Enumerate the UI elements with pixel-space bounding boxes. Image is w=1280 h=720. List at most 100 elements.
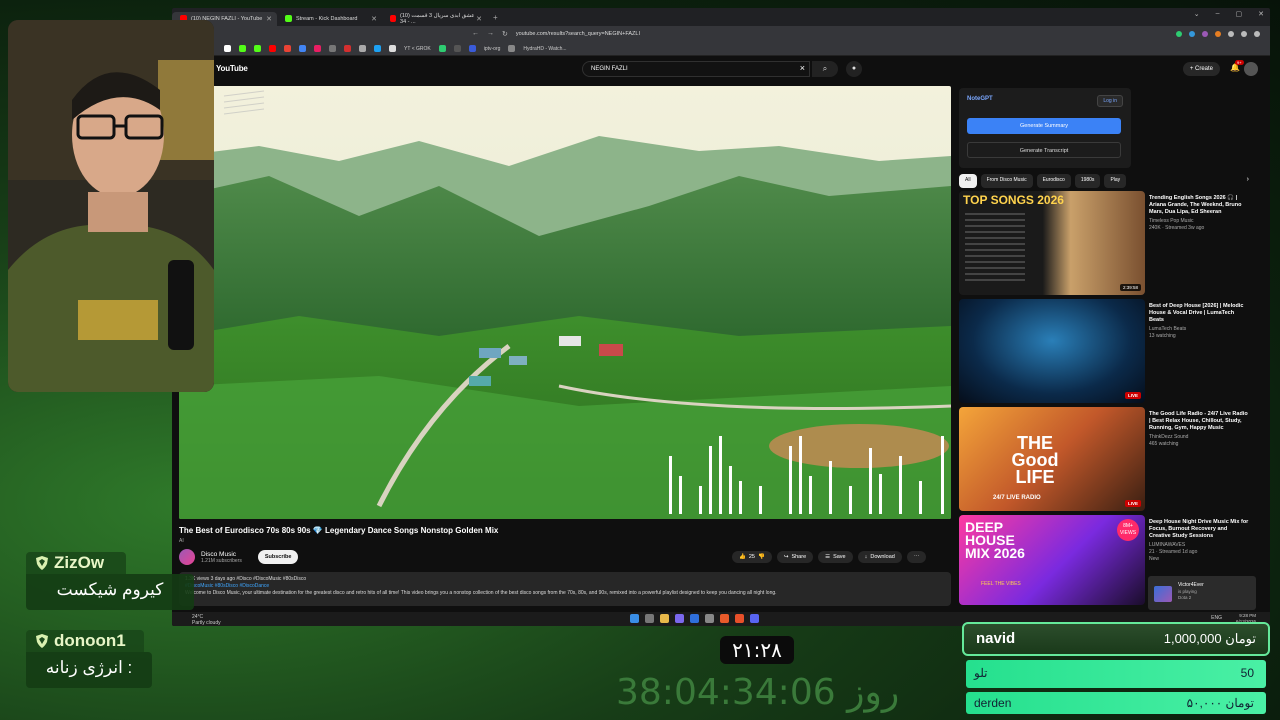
weather-widget[interactable]: 24°C Partly cloudy [192, 614, 221, 626]
channel-name[interactable]: Disco Music [201, 551, 242, 558]
bookmark-icon[interactable] [389, 45, 396, 52]
kick-bookmark-icon[interactable] [239, 45, 246, 52]
video-thumbnail[interactable]: DEEP HOUSE MIX 2026 FEEL THE VIBES 8M+ V… [959, 515, 1145, 605]
youtube-logo[interactable]: YouTube [216, 64, 248, 73]
bookmark-icon[interactable] [374, 45, 381, 52]
extension-icon[interactable] [1228, 31, 1234, 37]
live-badge: LIVE [1124, 500, 1141, 507]
video-thumbnail[interactable]: TOP SONGS 2026 2:39:58 [959, 191, 1145, 295]
video-frame [179, 86, 951, 519]
thumb-title: THE Good LIFE [1011, 433, 1059, 487]
forward-icon[interactable]: → [487, 30, 494, 38]
chip-all[interactable]: All [959, 174, 977, 188]
video-description[interactable]: 1.3K views 3 days ago #Disco #DiscoMusic… [179, 572, 951, 606]
thumbs-down-icon[interactable]: 👎 [758, 554, 765, 560]
profile-icon[interactable] [1241, 31, 1247, 37]
chip-1980s[interactable]: 1980s [1074, 174, 1101, 188]
rec-channel: LUMINAWAVES [1149, 542, 1186, 548]
extension-icon[interactable] [1189, 31, 1195, 37]
brave-icon[interactable] [735, 614, 744, 623]
download-button[interactable]: ↓ Download [857, 551, 902, 563]
discord-icon[interactable] [750, 614, 759, 623]
recommended-video[interactable]: LIVE Best of Deep House [2026] | Melodic… [959, 299, 1249, 403]
extension-icon[interactable] [1176, 31, 1182, 37]
bookmark-icon[interactable] [329, 45, 336, 52]
minimize-icon[interactable]: – [1216, 10, 1220, 18]
bookmark-icon[interactable] [314, 45, 321, 52]
language-indicator[interactable]: ENG [1211, 615, 1222, 621]
notifications-button[interactable]: 🔔 9+ [1230, 60, 1244, 72]
new-tab-icon[interactable]: + [493, 13, 498, 22]
bookmark-hydrahd[interactable]: HydraHD - Watch... [523, 46, 566, 52]
recommended-video[interactable]: THE Good LIFE 24/7 LIVE RADIO LIVE The G… [959, 407, 1249, 511]
kick-bookmark-icon[interactable] [254, 45, 261, 52]
save-icon: ☰ [825, 554, 831, 560]
bookmark-icon[interactable] [453, 45, 461, 52]
account-avatar[interactable] [1244, 62, 1258, 76]
more-actions-button[interactable]: ⋯ [906, 551, 927, 563]
close-tab-icon[interactable]: ✕ [371, 15, 377, 23]
chevron-right-icon[interactable]: › [1247, 176, 1249, 183]
search-query: NEGIN FAZLI [591, 66, 628, 72]
search-input[interactable]: NEGIN FAZLI × [582, 61, 810, 77]
friend-name: Victor4Ever [1178, 582, 1204, 588]
subscribe-button[interactable]: Subscribe [257, 550, 299, 564]
bookmark-icon[interactable] [438, 45, 446, 52]
url-field[interactable]: youtube.com/results?search_query=NEGIN+F… [516, 31, 640, 37]
chip-from-channel[interactable]: From Disco Music [980, 174, 1033, 188]
close-tab-icon[interactable]: ✕ [266, 15, 272, 23]
extension-icon[interactable] [1215, 31, 1221, 37]
description-text: Welcome to Disco Music, your ultimate de… [185, 590, 777, 596]
chevron-down-icon[interactable]: ⌄ [1194, 10, 1200, 18]
gmail-bookmark-icon[interactable] [284, 45, 291, 52]
extension-icon[interactable] [1202, 31, 1208, 37]
chip-play[interactable]: Play [1104, 174, 1127, 188]
bookmark-icon[interactable] [299, 45, 306, 52]
like-button[interactable]: 👍 25 👎 [732, 551, 772, 563]
file-explorer-icon[interactable] [660, 614, 669, 623]
maximize-icon[interactable]: ▢ [1236, 10, 1243, 18]
save-button[interactable]: ☰ Save [818, 551, 853, 563]
voice-search-button[interactable]: ● [846, 61, 862, 77]
app-icon[interactable] [720, 614, 729, 623]
generate-summary-button[interactable]: Generate Summary [967, 118, 1121, 134]
chip-eurodisco[interactable]: Eurodisco [1036, 174, 1071, 188]
reload-icon[interactable]: ↻ [502, 30, 508, 38]
app-icon[interactable] [675, 614, 684, 623]
app-icon[interactable] [705, 614, 714, 623]
bookmark-icon[interactable] [468, 45, 476, 52]
recommended-video[interactable]: TOP SONGS 2026 2:39:58 Trending English … [959, 191, 1249, 295]
description-tags[interactable]: #DiscoMusic #80sDisco #DiscoDance [185, 583, 945, 590]
bookmark-grok[interactable]: YT < GROK [404, 46, 431, 52]
generate-transcript-button[interactable]: Generate Transcript [967, 142, 1121, 158]
tab-youtube-series[interactable]: (10) عشق ابدی سریال 3 قسمت 34 - ... ✕ [382, 12, 487, 26]
back-icon[interactable]: ← [472, 30, 479, 38]
notegpt-login-button[interactable]: Log in [1097, 95, 1123, 107]
bookmark-icon[interactable] [508, 45, 516, 52]
menu-icon[interactable] [1254, 31, 1260, 37]
tab-kick[interactable]: Stream - Kick Dashboard ✕ [277, 12, 382, 26]
rec-channel: ThinkDezz Sound [1149, 434, 1189, 440]
steam-notification[interactable]: Victor4Ever is playing Dota 2 [1148, 576, 1256, 610]
video-thumbnail[interactable]: LIVE [959, 299, 1145, 403]
video-thumbnail[interactable]: THE Good LIFE 24/7 LIVE RADIO LIVE [959, 407, 1145, 511]
bookmark-icon[interactable] [344, 45, 351, 52]
donation-name: derden [974, 696, 1012, 710]
vscode-icon[interactable] [690, 614, 699, 623]
share-button[interactable]: ↪ Share [776, 551, 814, 563]
bookmark-iptv[interactable]: iptv-org [484, 46, 501, 52]
video-player[interactable] [179, 86, 951, 519]
clear-search-icon[interactable]: × [800, 63, 805, 73]
x-bookmark-icon[interactable] [224, 45, 231, 52]
search-button[interactable]: ⌕ [812, 61, 838, 77]
search-icon[interactable] [645, 614, 654, 623]
start-icon[interactable] [630, 614, 639, 623]
bookmark-icon[interactable] [359, 45, 366, 52]
friend-game: Dota 2 [1178, 595, 1192, 600]
extensions-bar [1176, 31, 1260, 37]
close-tab-icon[interactable]: ✕ [476, 15, 482, 23]
webcam-feed [8, 20, 214, 392]
youtube-bookmark-icon[interactable] [269, 45, 276, 52]
create-button[interactable]: + Create [1182, 62, 1220, 76]
close-window-icon[interactable]: ✕ [1258, 10, 1264, 18]
